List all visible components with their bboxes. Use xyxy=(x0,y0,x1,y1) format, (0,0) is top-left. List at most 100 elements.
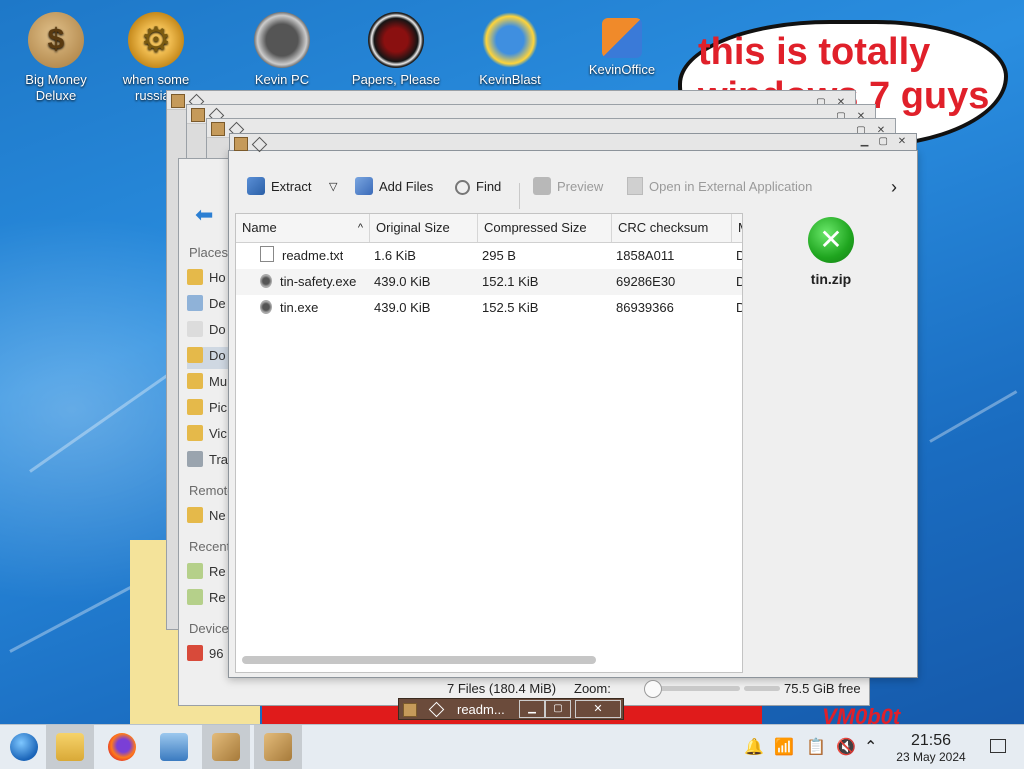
extract-button[interactable]: Extract xyxy=(247,175,311,199)
window-titlebar[interactable]: ▁ ▢ ✕ xyxy=(229,133,917,153)
sidebar-header-places: Places xyxy=(189,245,229,260)
add-files-button[interactable]: Add Files xyxy=(355,175,433,199)
desktop-icon-kevinblast[interactable]: KevinBlast xyxy=(462,4,558,88)
archive-tools-icon: ✕ xyxy=(808,217,854,263)
free-space: 75.5 GiB free xyxy=(784,681,861,696)
notification-bell-icon[interactable]: 🔔 xyxy=(744,737,764,757)
pictures-icon xyxy=(187,399,203,415)
archive-window[interactable]: ▁ ▢ ✕ Extract ▽ Add Files Find Preview O… xyxy=(228,133,918,678)
free-space-bar xyxy=(744,686,780,691)
music-icon xyxy=(187,373,203,389)
sidebar-header-recent: Recent xyxy=(189,539,231,554)
column-original-size[interactable]: Original Size xyxy=(370,214,478,242)
table-row[interactable]: readme.txt 1.6 KiB 295 B 1858A011 D xyxy=(236,243,742,269)
package-icon xyxy=(264,733,292,761)
downloads-icon xyxy=(187,347,203,363)
desktop-icon-russian[interactable]: ⚙ when some russian xyxy=(108,4,204,104)
extract-icon xyxy=(247,177,265,195)
open-external-icon xyxy=(627,177,643,195)
maximize-icon[interactable]: ▢ xyxy=(545,700,571,718)
column-method[interactable]: M xyxy=(732,214,742,242)
clock-date: 23 May 2024 xyxy=(896,750,966,764)
file-list: Name ^ Original Size Compressed Size CRC … xyxy=(235,213,743,673)
taskbar-ark-1[interactable] xyxy=(202,725,250,769)
find-button[interactable]: Find xyxy=(455,175,501,199)
back-arrow-icon[interactable]: ⬅ xyxy=(195,204,223,226)
trash-icon xyxy=(187,451,203,467)
toolbar-separator xyxy=(519,183,520,209)
minimize-icon[interactable]: ▁ xyxy=(856,136,872,147)
floating-window[interactable]: readm... ▁ ▢ ✕ xyxy=(398,698,624,720)
package-icon xyxy=(171,94,185,108)
recent-files-icon xyxy=(187,563,203,579)
executable-gear-icon xyxy=(260,274,272,288)
volume-muted-icon[interactable]: 🔇 xyxy=(836,737,856,757)
zoom-slider-track[interactable] xyxy=(650,686,740,691)
toolbar: Extract ▽ Add Files Find Preview Open in… xyxy=(229,165,917,209)
chevron-right-icon[interactable]: › xyxy=(891,175,897,199)
desktop-icon xyxy=(187,295,203,311)
globe-icon xyxy=(482,12,538,68)
office-icon xyxy=(602,18,642,58)
desktop-icon-kevin-pc[interactable]: Kevin PC xyxy=(234,4,330,88)
text-file-icon xyxy=(260,246,274,262)
videos-icon xyxy=(187,425,203,441)
column-name[interactable]: Name ^ xyxy=(236,214,370,242)
taskbar-system-settings[interactable] xyxy=(150,725,198,769)
chevron-up-icon[interactable]: ⌃ xyxy=(864,737,877,757)
table-row[interactable]: tin.exe 439.0 KiB 152.5 KiB 86939366 D xyxy=(236,295,742,321)
taskbar-firefox[interactable] xyxy=(98,725,146,769)
desktop-icon-kevinoffice[interactable]: KevinOffice xyxy=(574,4,670,78)
open-external-button[interactable]: Open in External Application xyxy=(627,175,812,199)
zoom-label: Zoom: xyxy=(574,681,611,696)
monitor-icon xyxy=(160,733,188,761)
documents-icon xyxy=(187,321,203,337)
show-desktop-icon[interactable] xyxy=(990,739,1006,753)
taskbar-file-manager[interactable] xyxy=(46,725,94,769)
maximize-icon[interactable]: ▢ xyxy=(875,136,891,147)
papers-please-icon xyxy=(368,12,424,68)
archive-name: tin.zip xyxy=(810,271,852,287)
clipboard-icon[interactable]: 📋 xyxy=(806,737,826,757)
preview-button[interactable]: Preview xyxy=(533,175,603,199)
wallpaper-streak xyxy=(929,390,1018,443)
drive-icon xyxy=(187,645,203,661)
clock[interactable]: 21:56 23 May 2024 xyxy=(886,732,976,766)
zoom-slider-handle[interactable] xyxy=(644,680,662,698)
table-header: Name ^ Original Size Compressed Size CRC … xyxy=(236,214,742,243)
speedometer-icon xyxy=(254,12,310,68)
package-icon xyxy=(403,703,417,717)
pin-icon xyxy=(428,701,444,718)
taskbar: 🔔 📶 📋 🔇 ⌃ xyxy=(0,724,1024,769)
column-compressed-size[interactable]: Compressed Size xyxy=(478,214,612,242)
start-button[interactable] xyxy=(0,725,48,769)
minimize-icon[interactable]: ▁ xyxy=(519,700,545,718)
network-icon[interactable]: 📶 xyxy=(774,737,794,757)
firefox-icon xyxy=(108,733,136,761)
file-count: 7 Files (180.4 MiB) xyxy=(447,681,557,696)
column-crc-checksum[interactable]: CRC checksum xyxy=(612,214,732,242)
horizontal-scrollbar[interactable] xyxy=(242,656,596,664)
table-row[interactable]: tin-safety.exe 439.0 KiB 152.1 KiB 69286… xyxy=(236,269,742,295)
clock-time: 21:56 xyxy=(910,732,952,749)
archive-info-panel: ✕ tin.zip xyxy=(749,213,913,287)
close-icon[interactable]: ✕ xyxy=(575,700,621,718)
home-icon xyxy=(187,269,203,285)
chevron-down-icon[interactable]: ▽ xyxy=(329,175,337,199)
search-icon xyxy=(455,180,470,195)
recent-locations-icon xyxy=(187,589,203,605)
taskbar-ark-2[interactable] xyxy=(254,725,302,769)
executable-gear-icon xyxy=(260,300,272,314)
package-icon xyxy=(234,137,248,151)
pin-icon xyxy=(251,136,268,153)
places-sidebar: ⬅ Places Ho De Do Do Mu Pic Vic Tra Remo… xyxy=(179,159,235,705)
preview-icon xyxy=(533,177,551,195)
close-icon[interactable]: ✕ xyxy=(894,136,910,147)
desktop-icon-big-money[interactable]: $ Big Money Deluxe xyxy=(8,4,104,104)
package-icon xyxy=(212,733,240,761)
package-icon xyxy=(211,122,225,136)
gear-icon: ⚙ xyxy=(128,12,184,68)
add-files-icon xyxy=(355,177,373,195)
folder-icon xyxy=(56,733,84,761)
desktop-icon-papers-please[interactable]: Papers, Please xyxy=(348,4,444,88)
